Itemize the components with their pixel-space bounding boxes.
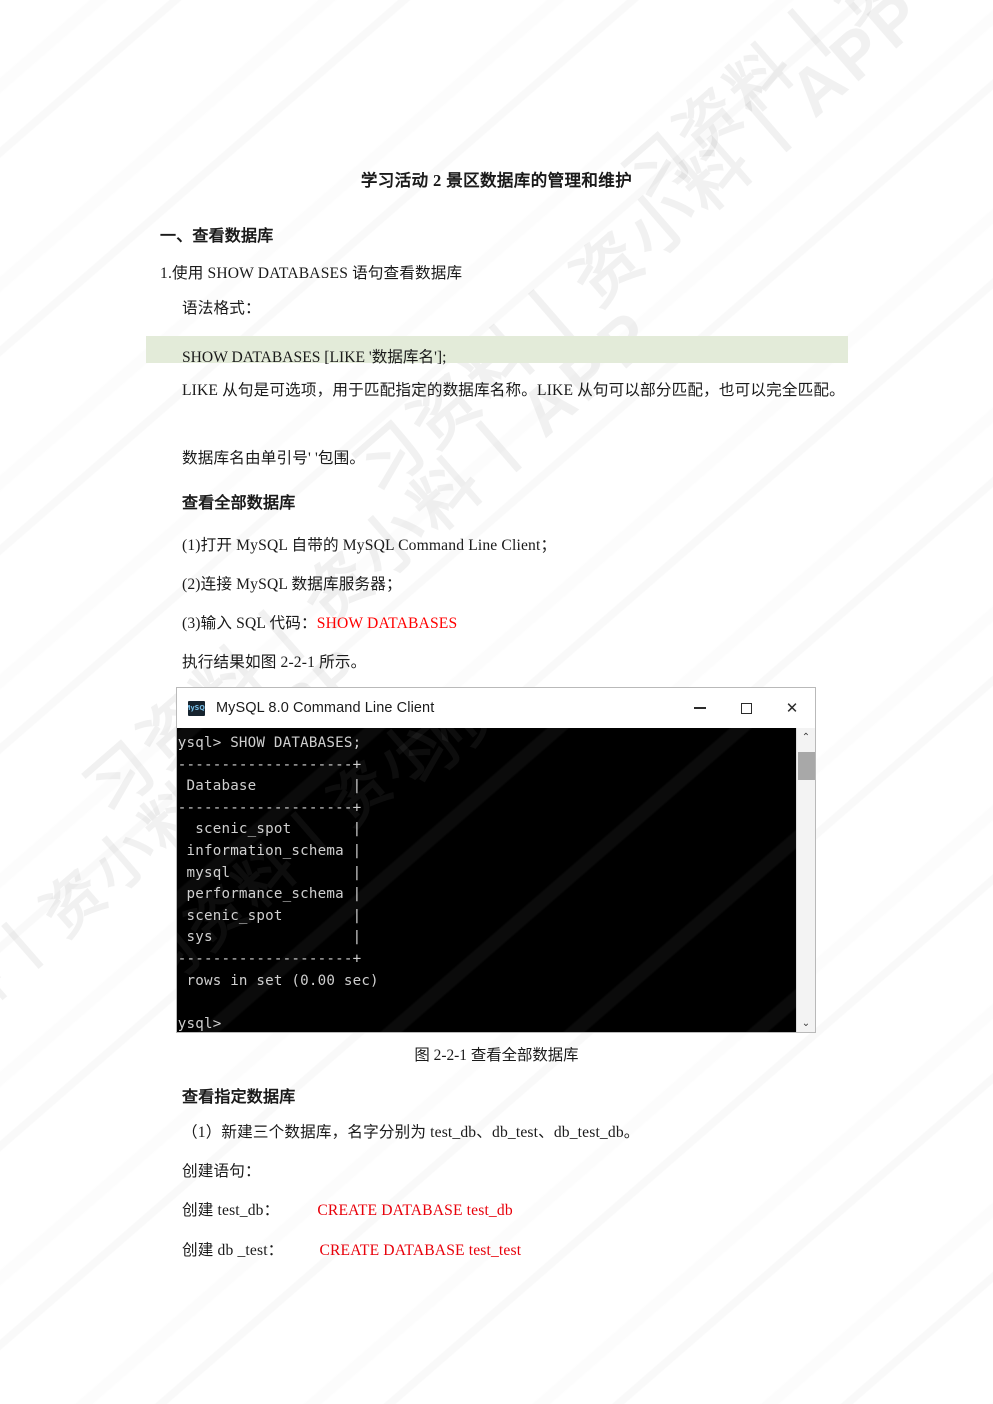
window-controls: ✕ [677,688,815,728]
step-2: (2)连接 MySQL 数据库服务器； [182,576,402,593]
figure-caption: 图 2-2-1 查看全部数据库 [414,1047,579,1064]
mysql-icon-label: MySQL [188,703,205,712]
create-row-test-db: 创建 test_db： CREATE DATABASE test_db [182,1198,513,1220]
section-heading-view-database: 一、查看数据库 [160,228,274,245]
window-title-bar: MySQL MySQL 8.0 Command Line Client ✕ [177,688,815,728]
scroll-up-arrow-icon[interactable]: ⌃ [797,728,815,746]
terminal-scrollbar[interactable]: ⌃ ⌄ [796,728,815,1032]
like-clause-paragraph: LIKE 从句是可选项，用于匹配指定的数据库名称。LIKE 从句可以部分匹配，也… [182,382,845,399]
list-item-1: 1.使用 SHOW DATABASES 语句查看数据库 [160,265,463,282]
create-row-code: CREATE DATABASE test_db [317,1202,513,1219]
close-button[interactable]: ✕ [769,688,815,728]
terminal-console-text: mysql> SHOW DATABASES; +----------------… [177,735,379,1032]
close-icon: ✕ [785,698,799,717]
scroll-down-arrow-icon[interactable]: ⌄ [797,1014,815,1032]
document-page: 习资料丨资小料丨APP 习资料丨资小料丨APP 习资料丨资小料丨APP 习资料丨… [0,0,993,1404]
execution-result-note: 执行结果如图 2-2-1 所示。 [182,654,367,671]
step-3-label: (3)输入 SQL 代码： [182,615,317,632]
code-block-text: SHOW DATABASES [LIKE '数据库名']; [182,349,447,366]
scrollbar-thumb[interactable] [798,752,815,780]
syntax-format-label: 语法格式： [182,300,261,317]
mysql-icon: MySQL [188,700,205,716]
terminal-body[interactable]: mysql> SHOW DATABASES; +----------------… [177,728,815,1032]
mysql-command-line-window: MySQL MySQL 8.0 Command Line Client ✕ my… [176,687,816,1033]
step-1: (1)打开 MySQL 自带的 MySQL Command Line Clien… [182,537,557,554]
single-quote-note: 数据库名由单引号' '包围。 [182,450,366,467]
create-row-label: 创建 test_db： [182,1202,280,1219]
create-row-db-test: 创建 db _test： CREATE DATABASE test_test [182,1238,521,1260]
create-row-label: 创建 db _test： [182,1242,284,1259]
page-title: 学习活动 2 景区数据库的管理和维护 [360,171,633,190]
code-block-show-databases: SHOW DATABASES [LIKE '数据库名']; [146,336,848,366]
heading-view-specific-database: 查看指定数据库 [182,1089,296,1106]
step-3-sql-code: SHOW DATABASES [316,615,458,632]
step-3: (3)输入 SQL 代码：SHOW DATABASES [182,611,457,633]
heading-view-all-databases: 查看全部数据库 [182,495,296,512]
create-row-code: CREATE DATABASE test_test [319,1242,522,1259]
window-title-text: MySQL 8.0 Command Line Client [216,700,435,716]
maximize-icon [740,702,752,714]
minimize-icon [694,707,706,709]
specific-step-1: （1）新建三个数据库，名字分别为 test_db、db_test、db_test… [182,1124,640,1141]
create-statement-label: 创建语句： [182,1163,261,1180]
minimize-button[interactable] [677,688,723,728]
maximize-button[interactable] [723,688,769,728]
